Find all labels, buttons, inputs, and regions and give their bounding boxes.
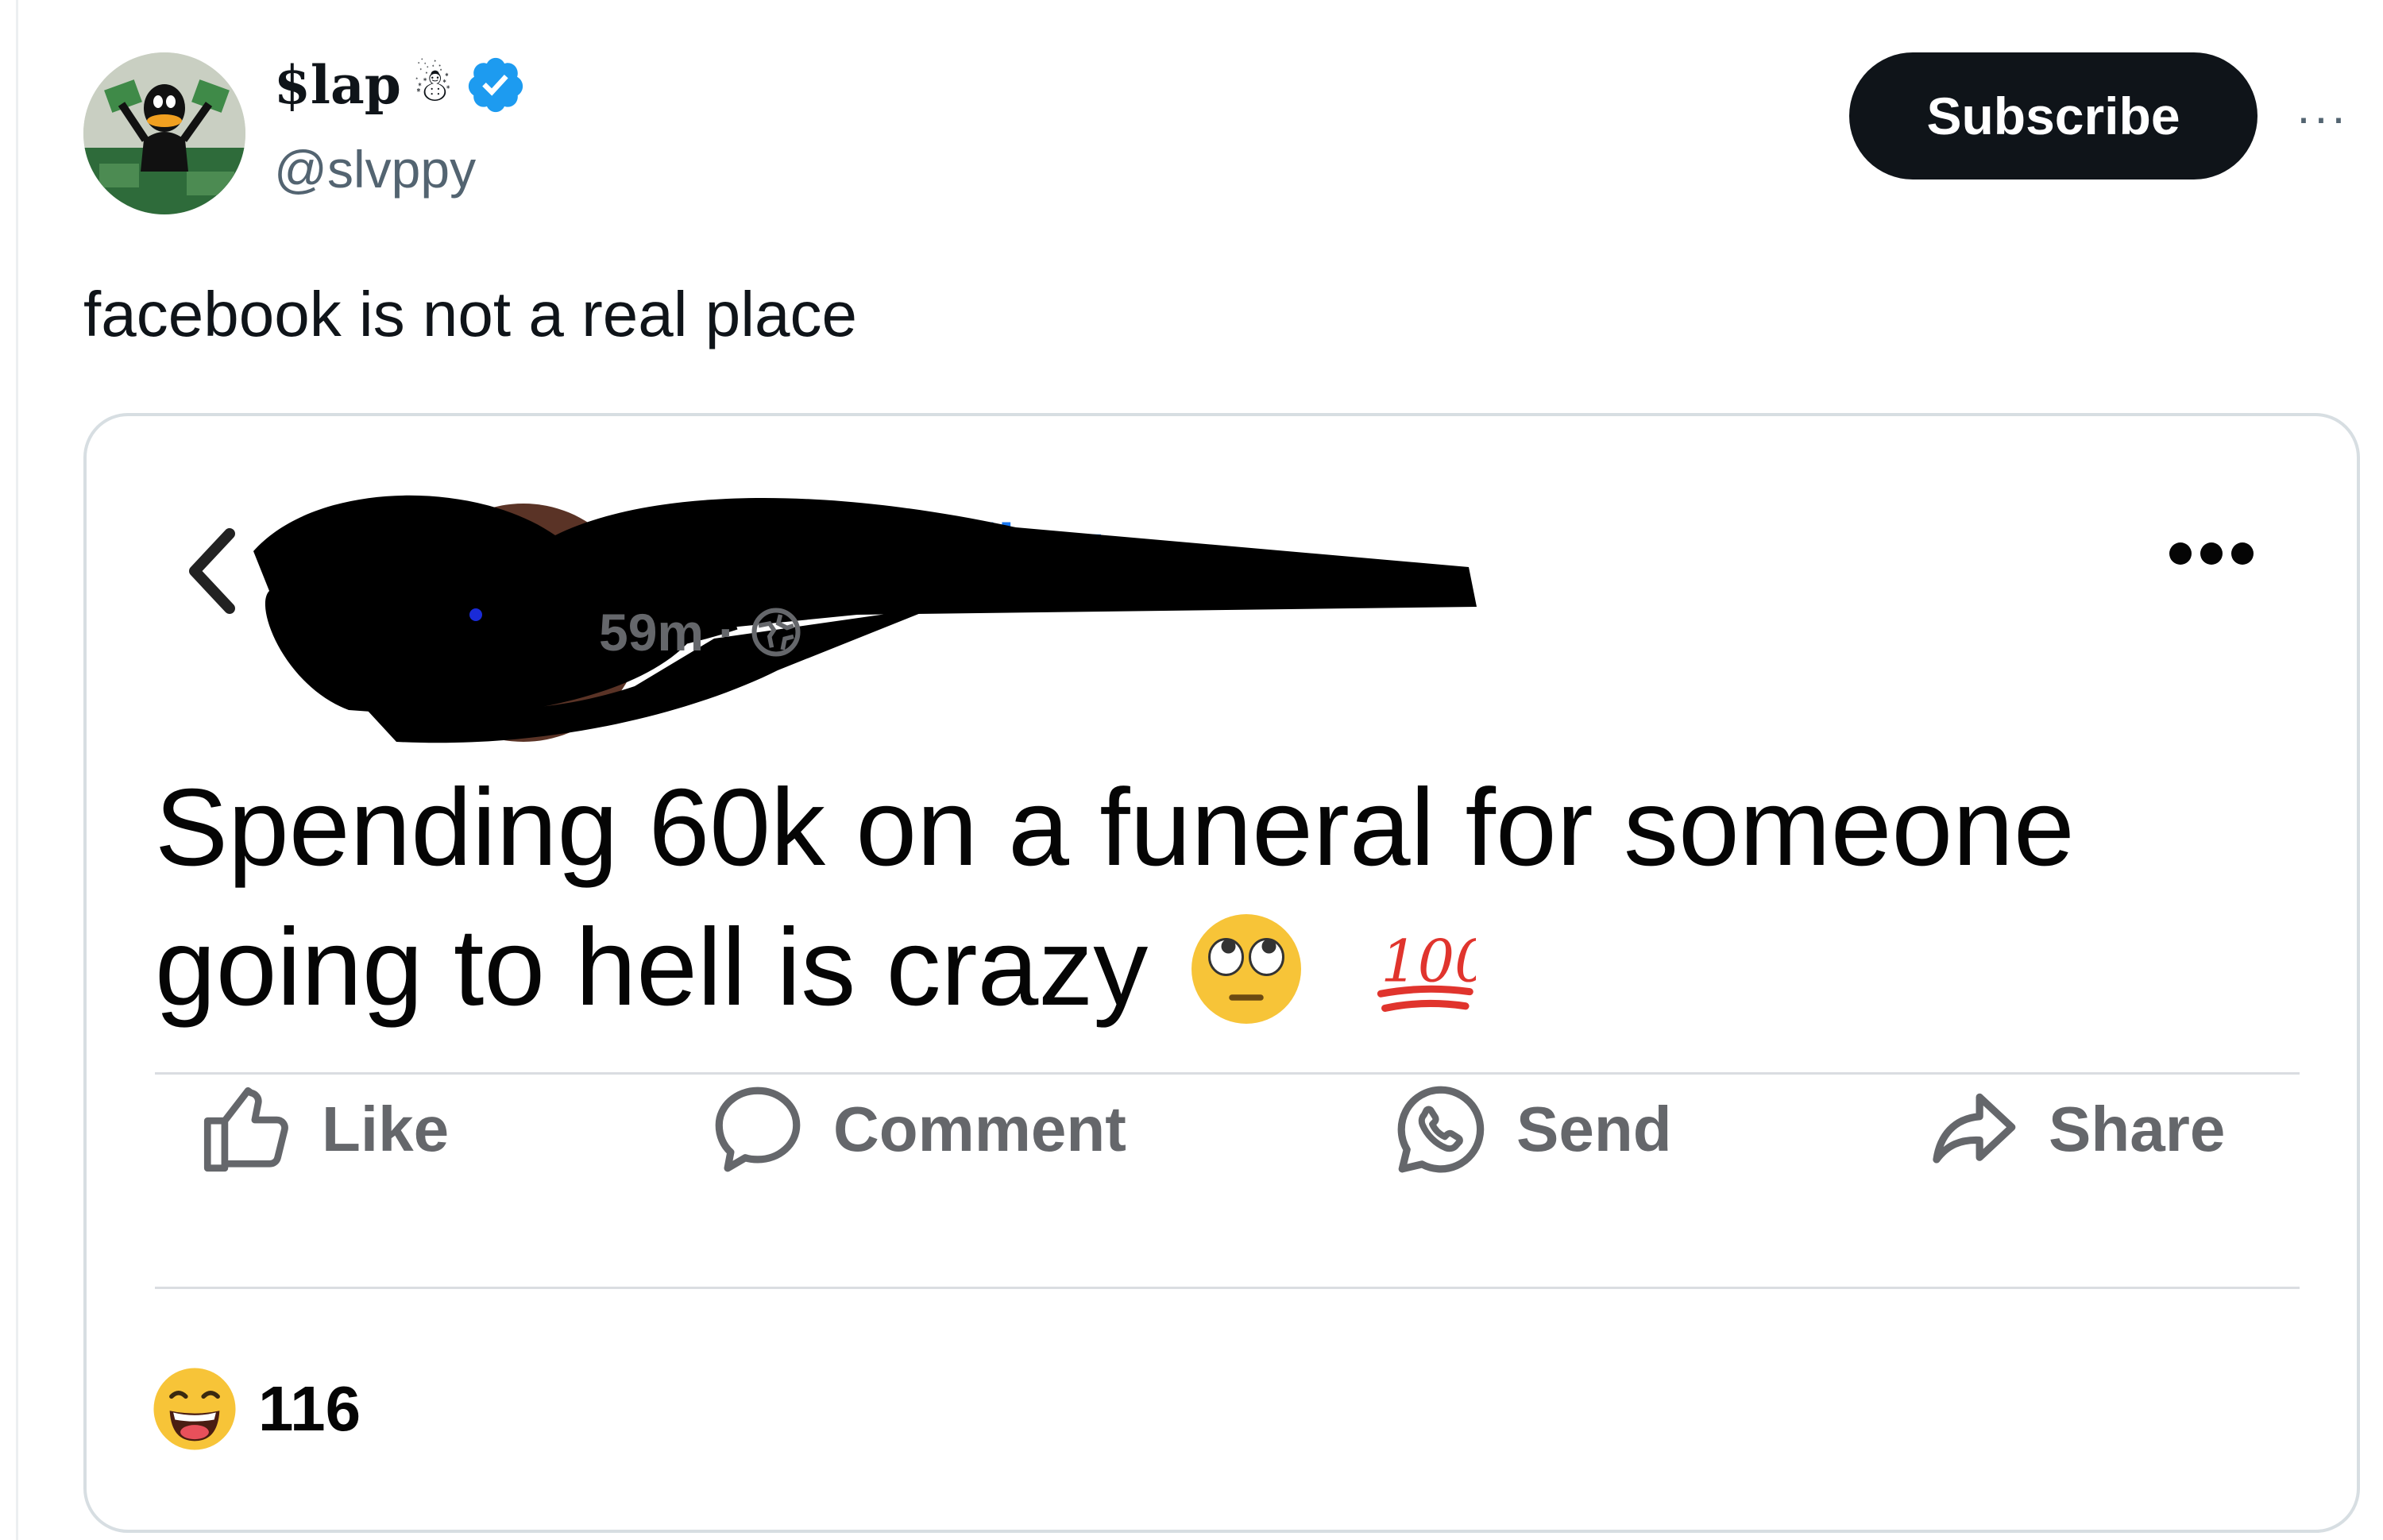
snowman-emoji: ☃ xyxy=(411,58,454,112)
comment-bubble-icon xyxy=(715,1086,801,1172)
redaction-scribble: Follow xyxy=(253,495,1477,743)
timeline-border xyxy=(16,0,18,1540)
actions-bottom-divider xyxy=(155,1287,2300,1289)
share-button: Share xyxy=(1921,1074,2225,1185)
haha-emoji-icon xyxy=(153,1368,236,1450)
subscribe-button[interactable]: Subscribe xyxy=(1849,52,2257,179)
display-name-text: $lap xyxy=(274,54,401,116)
facebook-post-screenshot: Follow 59m · Spending 60k on a funeral f… xyxy=(87,416,2357,1530)
globe-icon xyxy=(751,608,801,657)
author-handle[interactable]: @slvppy xyxy=(274,139,476,199)
like-label: Like xyxy=(322,1094,450,1164)
post-options-icon xyxy=(2169,542,2254,565)
like-button: Like xyxy=(195,1074,449,1185)
ellipsis-icon[interactable]: ··· xyxy=(2296,94,2348,141)
author-avatar[interactable] xyxy=(83,52,245,214)
attached-image[interactable]: Follow 59m · Spending 60k on a funeral f… xyxy=(83,413,2360,1533)
share-label: Share xyxy=(2049,1094,2226,1164)
tweet-text: facebook is not a real place xyxy=(83,279,857,349)
reaction-summary: 116 xyxy=(150,1361,361,1457)
hundred-points-icon: 100 xyxy=(1377,928,1476,1012)
share-arrow-icon xyxy=(1933,1093,2016,1164)
daffy-duck-money-avatar-icon xyxy=(83,52,245,214)
post-text: Spending 60k on a funeral for someone go… xyxy=(155,766,2075,1029)
post-body: Spending 60k on a funeral for someone go… xyxy=(155,758,2252,1037)
whatsapp-icon xyxy=(1397,1086,1485,1173)
verified-badge-icon xyxy=(468,57,523,113)
comment-button: Comment xyxy=(706,1074,1126,1185)
post-timestamp: 59m · xyxy=(599,600,802,664)
reaction-count: 116 xyxy=(258,1373,361,1444)
author-display-name[interactable]: $lap ☃ xyxy=(274,54,527,116)
timestamp-text: 59m xyxy=(599,603,705,662)
send-label: Send xyxy=(1516,1094,1672,1164)
face-with-rolling-eyes-icon xyxy=(1191,914,1301,1024)
comment-label: Comment xyxy=(833,1094,1126,1164)
send-button: Send xyxy=(1389,1074,1672,1185)
timestamp-separator: · xyxy=(718,603,736,662)
thumbs-up-icon xyxy=(203,1086,288,1172)
